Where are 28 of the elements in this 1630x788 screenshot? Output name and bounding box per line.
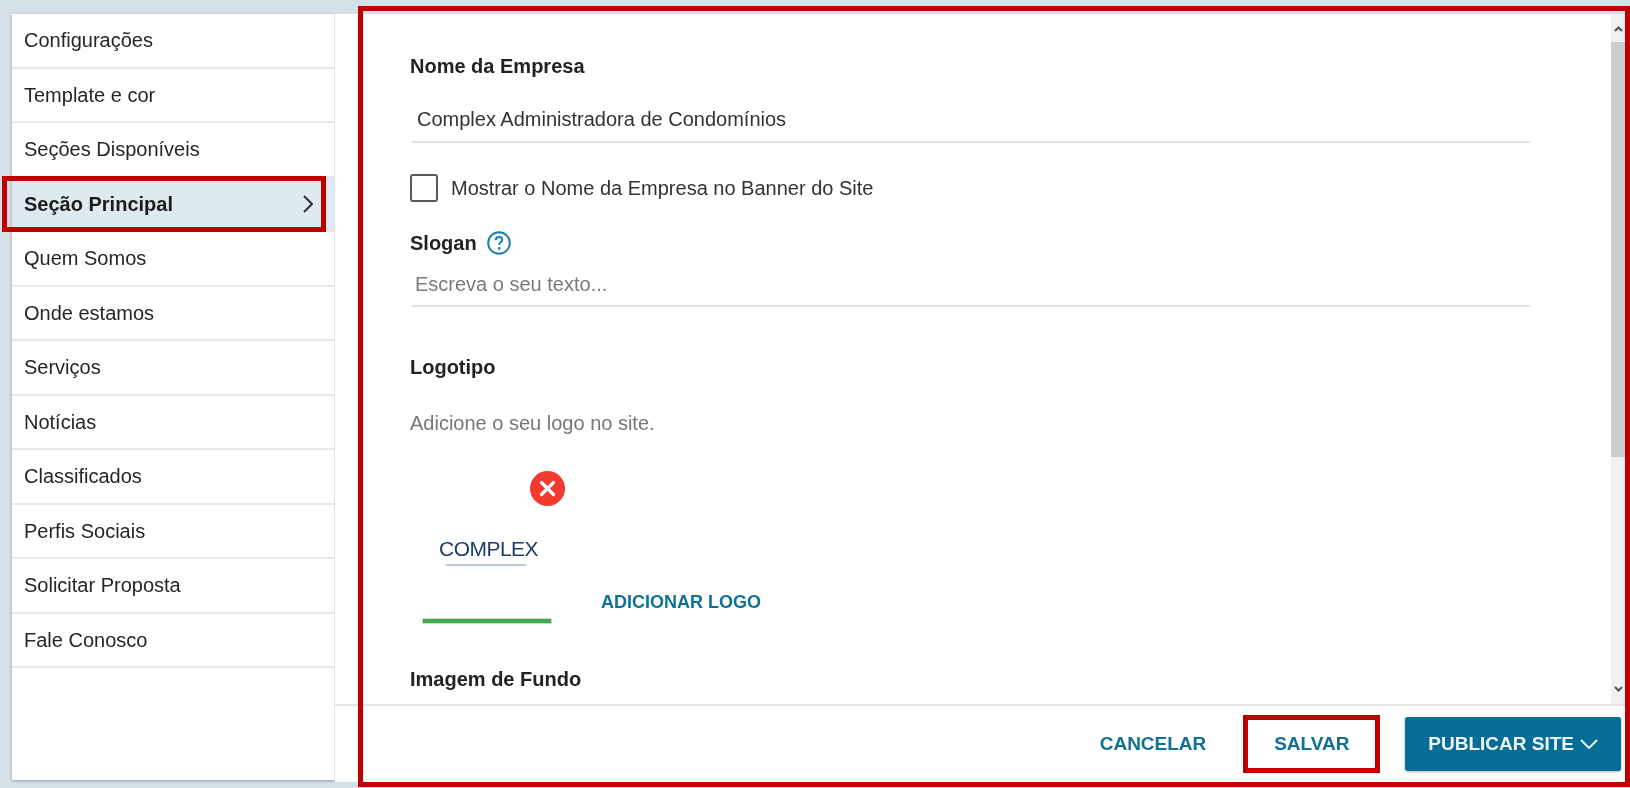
sidebar-item[interactable]: Solicitar Proposta — [12, 559, 334, 614]
help-icon[interactable] — [486, 231, 511, 255]
company-name-field[interactable]: Complex Administradora de Condomínios — [412, 99, 1530, 143]
field-label: Logotipo — [410, 355, 496, 379]
sidebar-item[interactable]: Onde estamos — [12, 286, 334, 341]
checkbox[interactable] — [410, 174, 438, 202]
sidebar-item[interactable]: Seções Disponíveis — [12, 123, 334, 178]
slogan-field[interactable]: Escreva o seu texto... — [412, 263, 1530, 307]
sidebar-item[interactable]: Classificados — [12, 450, 334, 505]
sidebar-item[interactable]: Quem Somos — [12, 232, 334, 287]
chevron-down-icon[interactable] — [1614, 686, 1623, 692]
footer-button[interactable]: SALVAR — [1243, 715, 1381, 773]
sidebar-item[interactable]: Perfis Sociais — [12, 504, 334, 559]
logo-wordmark: COMPLEX — [439, 537, 540, 561]
sidebar-item[interactable]: Fale Conosco — [12, 613, 334, 668]
chevron-right-icon — [303, 194, 313, 213]
field-label: Nome da Empresa — [410, 54, 585, 78]
hint-text: Adicione o seu logo no site. — [410, 411, 655, 435]
publish-button[interactable]: PUBLICAR SITE — [1405, 717, 1621, 771]
sidebar-item[interactable]: Template e cor — [12, 68, 334, 123]
sidebar-item[interactable]: Serviços — [12, 341, 334, 396]
checkbox-label: Mostrar o Nome da Empresa no Banner do Site — [451, 176, 874, 201]
field-label: Slogan — [410, 231, 477, 255]
chevron-up-icon[interactable] — [1614, 26, 1623, 32]
sidebar-item[interactable]: Notícias — [12, 395, 334, 450]
close-icon[interactable] — [530, 471, 565, 506]
field-label: Imagem de Fundo — [410, 667, 582, 691]
sidebar-item[interactable]: Configurações — [12, 14, 334, 69]
